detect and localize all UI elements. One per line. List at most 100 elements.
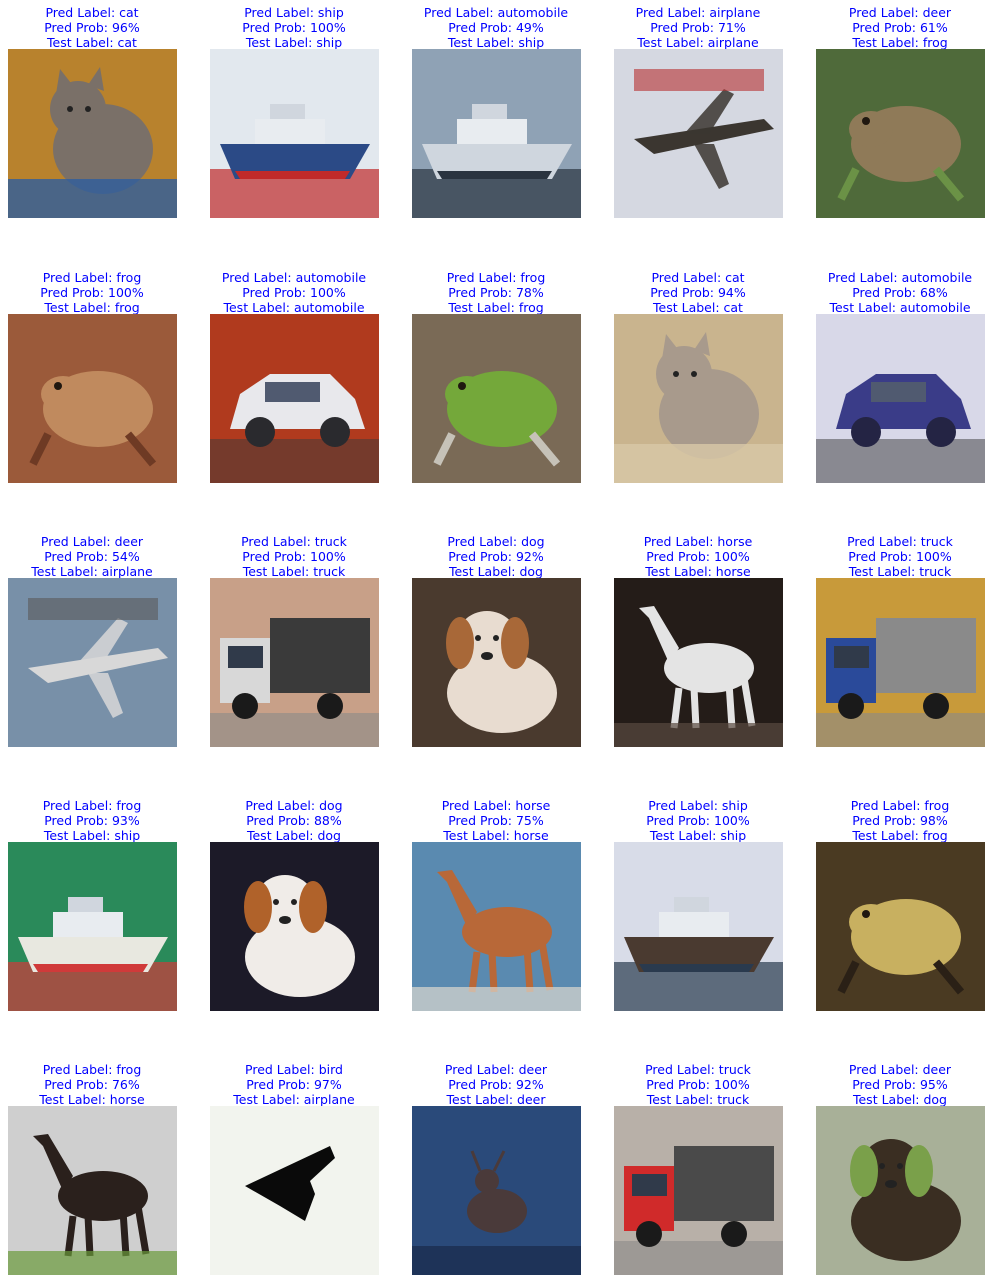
tile-caption: Pred Label: automobile Pred Prob: 100% Tes… xyxy=(193,270,395,315)
pred-prob: Pred Prob: 100% xyxy=(646,549,750,564)
pred-prob: Pred Prob: 76% xyxy=(44,1077,140,1092)
pred-label: Pred Label: horse xyxy=(643,534,753,549)
pred-prob: Pred Prob: 96% xyxy=(44,20,140,35)
tile-image xyxy=(412,1106,581,1275)
prediction-tile: Pred Label: automobile Pred Prob: 68% Test… xyxy=(799,270,990,485)
pred-prob: Pred Prob: 100% xyxy=(40,285,144,300)
prediction-tile: Pred Label: dog Pred Prob: 92% Test Label:… xyxy=(395,534,597,749)
pred-prob: Pred Prob: 88% xyxy=(246,813,342,828)
tile-caption: Pred Label: ship Pred Prob: 100% Test Labe… xyxy=(597,798,799,843)
pred-label: Pred Label: deer xyxy=(848,1062,952,1077)
tile-image xyxy=(614,49,783,218)
test-label: Test Label: frog xyxy=(852,828,948,843)
prediction-tile: Pred Label: deer Pred Prob: 54% Test Label… xyxy=(0,534,193,749)
test-label: Test Label: airplane xyxy=(233,1092,355,1107)
pred-prob: Pred Prob: 100% xyxy=(242,285,346,300)
tile-image-drawing xyxy=(412,49,581,218)
tile-image-drawing xyxy=(210,578,379,747)
tile-image-drawing xyxy=(614,1106,783,1275)
tile-image-drawing xyxy=(8,314,177,483)
pred-label: Pred Label: truck xyxy=(847,534,953,549)
tile-caption: Pred Label: bird Pred Prob: 97% Test Label… xyxy=(193,1062,395,1107)
test-label: Test Label: horse xyxy=(645,564,751,579)
tile-image xyxy=(210,314,379,483)
tile-image-drawing xyxy=(614,314,783,483)
pred-label: Pred Label: dog xyxy=(245,798,343,813)
tile-image xyxy=(816,578,985,747)
test-label: Test Label: truck xyxy=(848,564,952,579)
pred-label: Pred Label: automobile xyxy=(827,270,973,285)
tile-caption: Pred Label: frog Pred Prob: 78% Test Label… xyxy=(395,270,597,315)
prediction-tile: Pred Label: bird Pred Prob: 97% Test Label… xyxy=(193,1062,395,1277)
prediction-tile: Pred Label: frog Pred Prob: 78% Test Label… xyxy=(395,270,597,485)
tile-image-drawing xyxy=(614,842,783,1011)
pred-label: Pred Label: frog xyxy=(850,798,950,813)
pred-label: Pred Label: truck xyxy=(645,1062,751,1077)
tile-caption: Pred Label: cat Pred Prob: 94% Test Label:… xyxy=(597,270,799,315)
pred-prob: Pred Prob: 98% xyxy=(852,813,948,828)
tile-caption: Pred Label: deer Pred Prob: 95% Test Label… xyxy=(799,1062,990,1107)
prediction-tile: Pred Label: cat Pred Prob: 96% Test Label:… xyxy=(0,5,193,220)
prediction-tile: Pred Label: deer Pred Prob: 61% Test Label… xyxy=(799,5,990,220)
tile-image xyxy=(210,578,379,747)
tile-image-drawing xyxy=(8,578,177,747)
tile-image-drawing xyxy=(816,1106,985,1275)
pred-prob: Pred Prob: 95% xyxy=(852,1077,948,1092)
tile-caption: Pred Label: dog Pred Prob: 92% Test Label:… xyxy=(395,534,597,579)
pred-prob: Pred Prob: 49% xyxy=(448,20,544,35)
tile-image xyxy=(614,578,783,747)
tile-image-drawing xyxy=(816,49,985,218)
prediction-tile: Pred Label: frog Pred Prob: 98% Test Label… xyxy=(799,798,990,1013)
pred-prob: Pred Prob: 61% xyxy=(852,20,948,35)
tile-image xyxy=(412,842,581,1011)
tile-image-drawing xyxy=(8,1106,177,1275)
tile-image-drawing xyxy=(816,842,985,1011)
pred-label: Pred Label: frog xyxy=(446,270,546,285)
test-label: Test Label: ship xyxy=(447,35,545,50)
pred-prob: Pred Prob: 75% xyxy=(448,813,544,828)
tile-caption: Pred Label: truck Pred Prob: 100% Test Lab… xyxy=(799,534,990,579)
pred-label: Pred Label: bird xyxy=(245,1062,343,1077)
prediction-grid: Pred Label: cat Pred Prob: 96% Test Label:… xyxy=(0,0,990,1285)
pred-label: Pred Label: frog xyxy=(42,1062,142,1077)
tile-image-drawing xyxy=(210,314,379,483)
pred-prob: Pred Prob: 97% xyxy=(246,1077,342,1092)
pred-label: Pred Label: automobile xyxy=(221,270,367,285)
prediction-tile: Pred Label: airplane Pred Prob: 71% Test L… xyxy=(597,5,799,220)
pred-label: Pred Label: automobile xyxy=(423,5,569,20)
tile-image xyxy=(8,49,177,218)
pred-prob: Pred Prob: 93% xyxy=(44,813,140,828)
prediction-tile: Pred Label: horse Pred Prob: 100% Test Lab… xyxy=(597,534,799,749)
pred-label: Pred Label: ship xyxy=(244,5,344,20)
prediction-tile: Pred Label: deer Pred Prob: 95% Test Label… xyxy=(799,1062,990,1277)
tile-caption: Pred Label: truck Pred Prob: 100% Test Lab… xyxy=(597,1062,799,1107)
test-label: Test Label: automobile xyxy=(829,300,971,315)
pred-prob: Pred Prob: 100% xyxy=(646,1077,750,1092)
pred-label: Pred Label: deer xyxy=(40,534,144,549)
tile-image xyxy=(816,49,985,218)
tile-image-drawing xyxy=(8,49,177,218)
test-label: Test Label: frog xyxy=(44,300,140,315)
pred-prob: Pred Prob: 92% xyxy=(448,1077,544,1092)
tile-image xyxy=(8,578,177,747)
pred-label: Pred Label: dog xyxy=(447,534,545,549)
test-label: Test Label: dog xyxy=(852,1092,947,1107)
tile-image xyxy=(816,842,985,1011)
test-label: Test Label: cat xyxy=(47,35,137,50)
tile-caption: Pred Label: horse Pred Prob: 75% Test Labe… xyxy=(395,798,597,843)
tile-caption: Pred Label: frog Pred Prob: 100% Test Labe… xyxy=(0,270,193,315)
test-label: Test Label: cat xyxy=(653,300,743,315)
prediction-tile: Pred Label: automobile Pred Prob: 49% Test… xyxy=(395,5,597,220)
pred-prob: Pred Prob: 92% xyxy=(448,549,544,564)
test-label: Test Label: airplane xyxy=(637,35,759,50)
test-label: Test Label: dog xyxy=(246,828,341,843)
test-label: Test Label: horse xyxy=(39,1092,145,1107)
pred-label: Pred Label: cat xyxy=(651,270,745,285)
tile-image-drawing xyxy=(412,578,581,747)
test-label: Test Label: automobile xyxy=(223,300,365,315)
prediction-tile: Pred Label: truck Pred Prob: 100% Test Lab… xyxy=(193,534,395,749)
prediction-tile: Pred Label: deer Pred Prob: 92% Test Label… xyxy=(395,1062,597,1277)
pred-label: Pred Label: frog xyxy=(42,270,142,285)
prediction-tile: Pred Label: ship Pred Prob: 100% Test Labe… xyxy=(597,798,799,1013)
test-label: Test Label: dog xyxy=(448,564,543,579)
